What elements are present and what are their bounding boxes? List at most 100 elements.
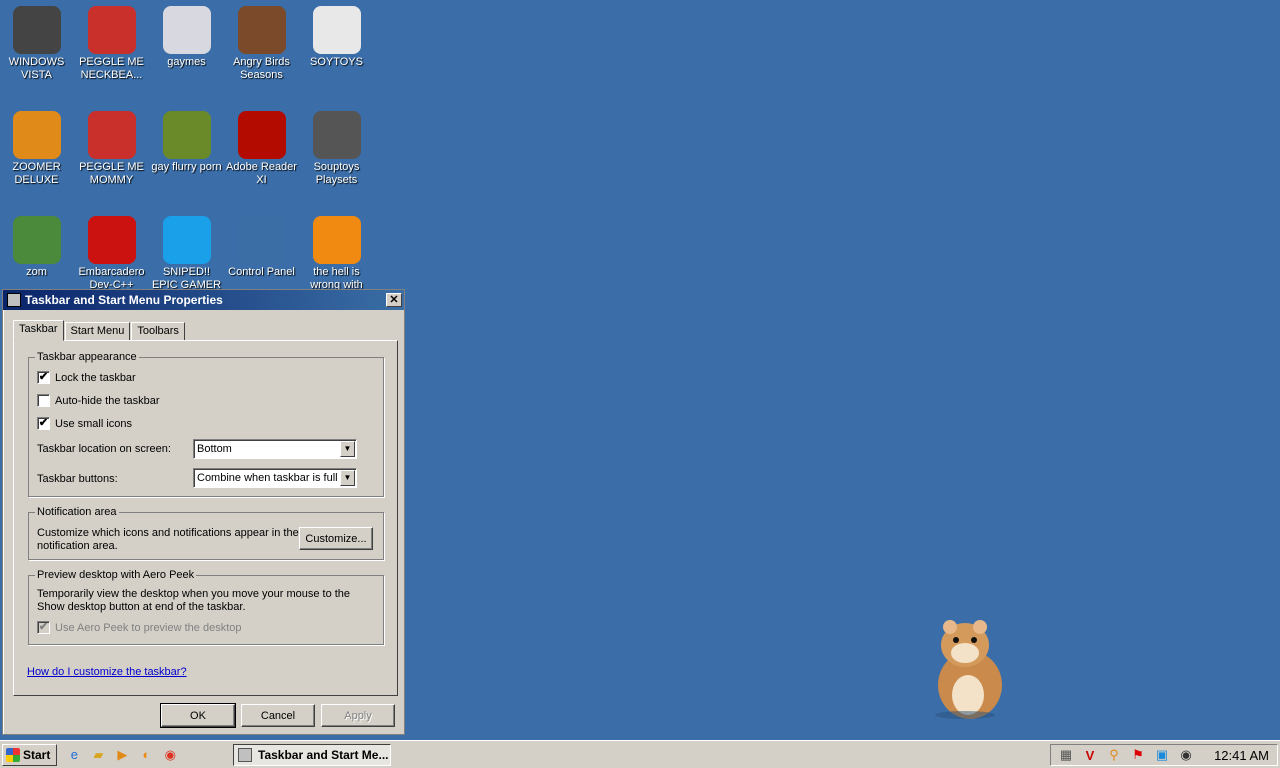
notification-desc: Customize which icons and notifications …: [37, 527, 299, 552]
cancel-button[interactable]: Cancel: [241, 704, 315, 727]
desktop-icon[interactable]: Embarcadero Dev-C++: [74, 210, 149, 292]
folder-icon: [162, 6, 211, 54]
appearance-group: Taskbar appearance ✔ Lock the taskbar Au…: [28, 351, 384, 497]
soytoys-icon: [312, 6, 361, 54]
desktop-icon[interactable]: gaymes: [149, 0, 224, 69]
desktop-icon-label: zom: [26, 266, 47, 278]
close-button[interactable]: ✕: [386, 293, 402, 307]
buttons-select[interactable]: Combine when taskbar is full ▼: [193, 468, 357, 488]
desktop-icon[interactable]: WINDOWS VISTA: [0, 0, 74, 82]
desktop-icon-label: Angry Birds Seasons: [233, 56, 290, 81]
desktop-icon[interactable]: ZOOMER DELUXE: [0, 105, 74, 187]
dialog-titlebar[interactable]: Taskbar and Start Menu Properties ✕: [3, 290, 404, 310]
aero-peek-desc: Temporarily view the desktop when you mo…: [37, 588, 351, 613]
desktop-icon[interactable]: Control Panel: [224, 210, 299, 279]
hamster-icon: [935, 620, 1002, 719]
tab-taskbar[interactable]: Taskbar: [13, 320, 64, 341]
souptoys-icon: [312, 111, 361, 159]
aero-peek-group: Preview desktop with Aero Peek Temporari…: [28, 569, 384, 645]
aero-peek-checkbox: ✔: [37, 621, 50, 634]
dialog-title: Taskbar and Start Menu Properties: [25, 293, 223, 307]
desktop-icon[interactable]: Adobe Reader XI: [224, 105, 299, 187]
ok-button[interactable]: OK: [160, 703, 236, 728]
uc-icon[interactable]: ◐: [137, 746, 155, 764]
tab-start-menu[interactable]: Start Menu: [64, 322, 131, 341]
desktop-icon-label: PEGGLE ME MOMMY: [79, 161, 144, 186]
autohide-label: Auto-hide the taskbar: [55, 394, 160, 407]
chevron-down-icon[interactable]: ▼: [340, 470, 355, 486]
small-icons-row[interactable]: ✔ Use small icons: [37, 417, 132, 430]
desktop-icon-label: PEGGLE ME NECKBEA...: [79, 56, 144, 81]
small-icons-checkbox[interactable]: ✔: [37, 417, 50, 430]
desktop-icon[interactable]: SOYTOYS: [299, 0, 374, 69]
lock-taskbar-row[interactable]: ✔ Lock the taskbar: [37, 371, 136, 384]
notification-tray: ▦ V ⚲ ⚑ ▣ ◉ 12:41 AM: [1050, 744, 1278, 766]
taskbar-properties-icon: [238, 748, 252, 762]
zoomer-icon: [12, 111, 61, 159]
chevron-down-icon[interactable]: ▼: [340, 441, 355, 457]
tab-strip: Taskbar Start Menu Toolbars: [13, 320, 186, 341]
monitor-icon[interactable]: ▣: [1153, 747, 1171, 763]
flag-icon[interactable]: ⚑: [1129, 747, 1147, 763]
peggle-icon: [87, 111, 136, 159]
explorer-icon[interactable]: ▰: [89, 746, 107, 764]
task-label: Taskbar and Start Me...: [258, 748, 389, 762]
start-button[interactable]: Start: [2, 743, 58, 766]
buttons-value: Combine when taskbar is full: [197, 472, 338, 484]
uc-browser-icon: [312, 216, 361, 264]
apply-button[interactable]: Apply: [321, 704, 395, 727]
autohide-checkbox[interactable]: [37, 394, 50, 407]
peggle-icon: [87, 6, 136, 54]
desktop-icon[interactable]: Angry Birds Seasons: [224, 0, 299, 82]
tab-toolbars[interactable]: Toolbars: [131, 322, 185, 341]
taskbar: Start e ▰ ▶ ◐ ◉ Taskbar and Start Me... …: [0, 740, 1280, 768]
desktop-icon[interactable]: PEGGLE ME NECKBEA...: [74, 0, 149, 82]
desktop-icon[interactable]: zom: [0, 210, 74, 279]
skype-icon: [162, 216, 211, 264]
aero-peek-group-title: Preview desktop with Aero Peek: [35, 569, 197, 581]
autohide-row[interactable]: Auto-hide the taskbar: [37, 394, 160, 407]
control-panel-icon: [237, 216, 286, 264]
network-icon[interactable]: ▦: [1057, 747, 1075, 763]
lock-taskbar-label: Lock the taskbar: [55, 371, 136, 384]
tab-panel: Taskbar appearance ✔ Lock the taskbar Au…: [13, 340, 398, 696]
search-tray-icon[interactable]: ⚲: [1105, 747, 1123, 763]
location-label: Taskbar location on screen:: [37, 443, 171, 455]
devcpp-icon: [87, 216, 136, 264]
record-icon[interactable]: ◉: [1177, 747, 1195, 763]
desktop-icon[interactable]: PEGGLE ME MOMMY: [74, 105, 149, 187]
desktop-icon[interactable]: the hell is wrong with: [299, 210, 374, 292]
location-value: Bottom: [197, 443, 232, 455]
clock[interactable]: 12:41 AM: [1214, 748, 1269, 763]
lock-taskbar-checkbox[interactable]: ✔: [37, 371, 50, 384]
notification-group-title: Notification area: [35, 506, 119, 518]
desktop-icon-label: WINDOWS VISTA: [8, 56, 65, 81]
start-label: Start: [23, 747, 51, 762]
angry-birds-icon: [237, 6, 286, 54]
taskbar-properties-icon: [7, 293, 21, 307]
desktop-icon[interactable]: SNIPED!! EPIC GAMER 360: [149, 210, 224, 292]
box-icon: [162, 111, 211, 159]
aero-peek-row: ✔ Use Aero Peek to preview the desktop: [37, 621, 242, 634]
customize-button[interactable]: Customize...: [299, 527, 373, 550]
desktop-icon-label: gaymes: [167, 56, 206, 68]
aero-peek-label: Use Aero Peek to preview the desktop: [55, 621, 242, 634]
taskbar-task-button[interactable]: Taskbar and Start Me...: [233, 744, 391, 766]
chrome-icon[interactable]: ◉: [161, 746, 179, 764]
desktop-icon-label: ZOOMER DELUXE: [12, 161, 61, 186]
notification-group: Notification area Customize which icons …: [28, 506, 384, 560]
buttons-label: Taskbar buttons:: [37, 473, 118, 485]
desktop-icon-label: Souptoys Playsets: [313, 161, 360, 186]
desktop-icon-label: gay flurry porn: [151, 161, 222, 173]
location-select[interactable]: Bottom ▼: [193, 439, 357, 459]
desktop-icon[interactable]: Souptoys Playsets: [299, 105, 374, 187]
help-link[interactable]: How do I customize the taskbar?: [27, 666, 187, 678]
desktop-icon-label: Adobe Reader XI: [226, 161, 297, 186]
desktop-icon[interactable]: gay flurry porn: [149, 105, 224, 174]
ie-icon[interactable]: e: [65, 746, 83, 764]
plant-icon: [12, 216, 61, 264]
v-icon[interactable]: V: [1081, 748, 1099, 763]
media-player-icon[interactable]: ▶: [113, 746, 131, 764]
desktop-icon-label: Control Panel: [228, 266, 295, 278]
desktop-icon-label: SOYTOYS: [310, 56, 363, 68]
